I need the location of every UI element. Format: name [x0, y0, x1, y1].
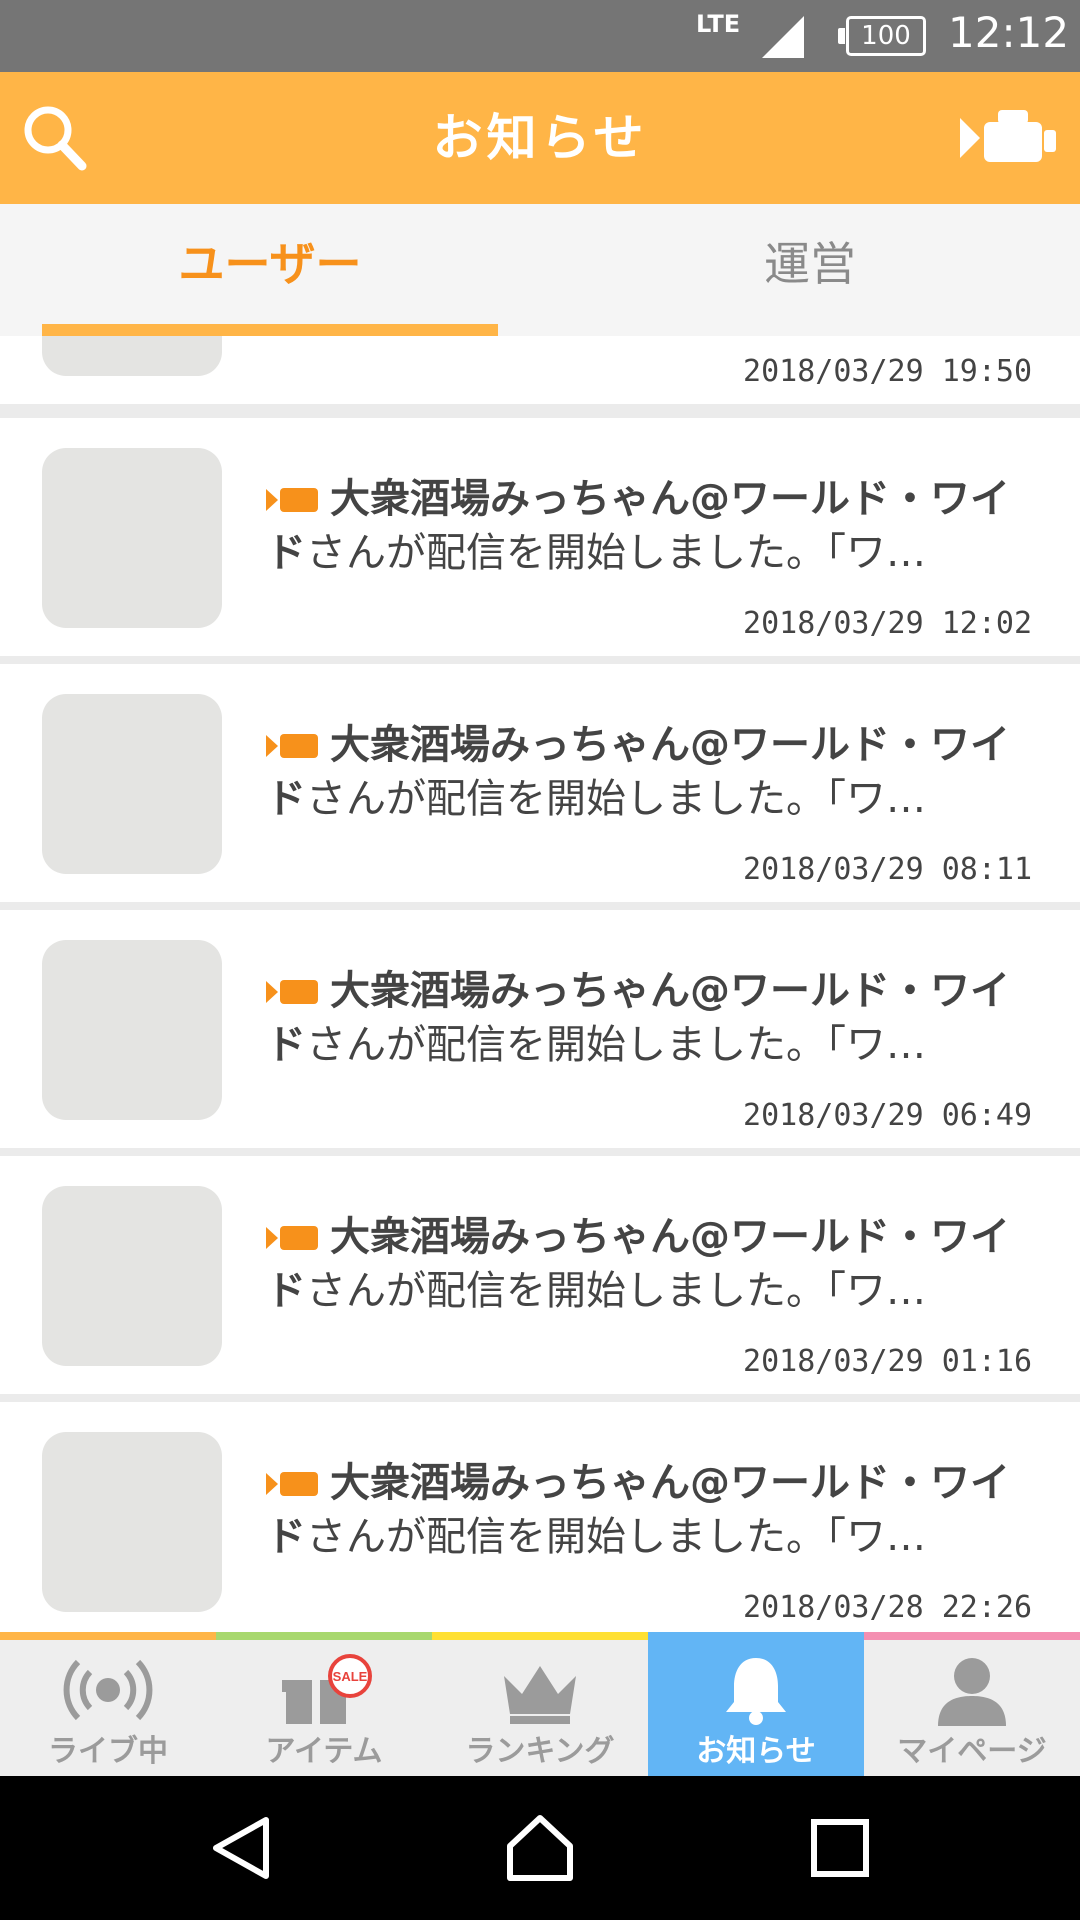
- broadcast-icon: [63, 1659, 153, 1721]
- avatar: [42, 940, 222, 1120]
- bottom-nav: ライブ中 SALE アイテム ランキング お知らせ マイページ: [0, 1632, 1080, 1776]
- video-camera-icon: [266, 734, 318, 758]
- person-icon: [938, 1658, 1006, 1726]
- nav-stripe: [432, 1632, 648, 1640]
- notification-text: さんが配信を開始しました。「ワ…: [306, 530, 926, 576]
- video-camera-icon: [266, 980, 318, 1004]
- notification-item[interactable]: 2018/03/29 19:50: [0, 336, 1080, 404]
- nav-label: マイページ: [897, 1734, 1047, 1769]
- nav-items[interactable]: SALE アイテム: [216, 1632, 432, 1776]
- nav-label: アイテム: [265, 1734, 383, 1769]
- tab-bar: ユーザー 運営: [0, 204, 1080, 336]
- video-camera-icon: [266, 1226, 318, 1250]
- notification-timestamp: 2018/03/29 01:16: [743, 1344, 1032, 1379]
- notification-timestamp: 2018/03/28 22:26: [743, 1590, 1032, 1625]
- nav-label: ライブ中: [48, 1734, 168, 1769]
- notification-item[interactable]: 大衆酒場みっちゃん@ワールド・ワイドさんが配信を開始しました。「ワ… 2018/…: [0, 1402, 1080, 1632]
- notification-message: 大衆酒場みっちゃん@ワールド・ワイドさんが配信を開始しました。「ワ…: [266, 1210, 1026, 1318]
- avatar: [42, 1432, 222, 1612]
- video-camera-icon: [266, 1472, 318, 1496]
- avatar: [42, 1186, 222, 1366]
- signal-icon: [762, 16, 804, 58]
- nav-live[interactable]: ライブ中: [0, 1632, 216, 1776]
- notification-message: 大衆酒場みっちゃん@ワールド・ワイドさんが配信を開始しました。「ワ…: [266, 718, 1026, 826]
- notification-text: さんが配信を開始しました。「ワ…: [306, 776, 926, 822]
- network-type: LTE: [696, 10, 741, 38]
- bell-icon: [726, 1658, 786, 1725]
- nav-notifications[interactable]: お知らせ: [648, 1632, 864, 1776]
- status-bar: LTE 100 12:12: [0, 0, 1080, 72]
- active-tab-indicator: [42, 324, 498, 336]
- video-camera-icon: [266, 488, 318, 512]
- notification-message: 大衆酒場みっちゃん@ワールド・ワイドさんが配信を開始しました。「ワ…: [266, 964, 1026, 1072]
- notification-timestamp: 2018/03/29 06:49: [743, 1098, 1032, 1133]
- nav-label: ランキング: [465, 1734, 615, 1769]
- nav-label: お知らせ: [696, 1734, 816, 1769]
- notification-text: さんが配信を開始しました。「ワ…: [306, 1022, 926, 1068]
- nav-mypage[interactable]: マイページ: [864, 1632, 1080, 1776]
- notification-item[interactable]: 大衆酒場みっちゃん@ワールド・ワイドさんが配信を開始しました。「ワ… 2018/…: [0, 910, 1080, 1148]
- avatar: [42, 336, 222, 376]
- page-title: お知らせ: [432, 109, 648, 167]
- recent-apps-icon[interactable]: [804, 1812, 876, 1884]
- gift-sale-icon: SALE: [282, 1654, 372, 1724]
- notification-message: 大衆酒場みっちゃん@ワールド・ワイドさんが配信を開始しました。「ワ…: [266, 472, 1026, 580]
- notification-text: さんが配信を開始しました。「ワ…: [306, 1514, 926, 1560]
- nav-stripe: [216, 1632, 432, 1640]
- video-camera-icon[interactable]: [958, 108, 1058, 168]
- notification-text: さんが配信を開始しました。「ワ…: [306, 1268, 926, 1314]
- crown-icon: [504, 1666, 576, 1724]
- nav-stripe: [864, 1632, 1080, 1640]
- notification-item[interactable]: 大衆酒場みっちゃん@ワールド・ワイドさんが配信を開始しました。「ワ… 2018/…: [0, 418, 1080, 656]
- back-icon[interactable]: [204, 1812, 276, 1884]
- battery-level: 100: [861, 21, 911, 51]
- nav-stripe: [0, 1632, 216, 1640]
- avatar: [42, 694, 222, 874]
- notification-timestamp: 2018/03/29 08:11: [743, 852, 1032, 887]
- notification-timestamp: 2018/03/29 12:02: [743, 606, 1032, 641]
- app-header: お知らせ: [0, 72, 1080, 204]
- nav-stripe: [648, 1632, 864, 1640]
- notification-item[interactable]: 大衆酒場みっちゃん@ワールド・ワイドさんが配信を開始しました。「ワ… 2018/…: [0, 1156, 1080, 1394]
- battery-icon: 100: [838, 16, 926, 56]
- notification-timestamp: 2018/03/29 19:50: [743, 354, 1032, 389]
- home-icon[interactable]: [504, 1812, 576, 1884]
- sale-badge: SALE: [333, 1669, 368, 1684]
- tab-user[interactable]: ユーザー: [0, 204, 540, 336]
- avatar: [42, 448, 222, 628]
- notification-item[interactable]: 大衆酒場みっちゃん@ワールド・ワイドさんが配信を開始しました。「ワ… 2018/…: [0, 664, 1080, 902]
- notification-message: 大衆酒場みっちゃん@ワールド・ワイドさんが配信を開始しました。「ワ…: [266, 1456, 1026, 1564]
- clock: 12:12: [948, 8, 1070, 57]
- nav-ranking[interactable]: ランキング: [432, 1632, 648, 1776]
- system-nav-bar: [0, 1776, 1080, 1920]
- notification-list[interactable]: 2018/03/29 19:50 大衆酒場みっちゃん@ワールド・ワイドさんが配信…: [0, 336, 1080, 1632]
- tab-admin[interactable]: 運営: [540, 204, 1080, 336]
